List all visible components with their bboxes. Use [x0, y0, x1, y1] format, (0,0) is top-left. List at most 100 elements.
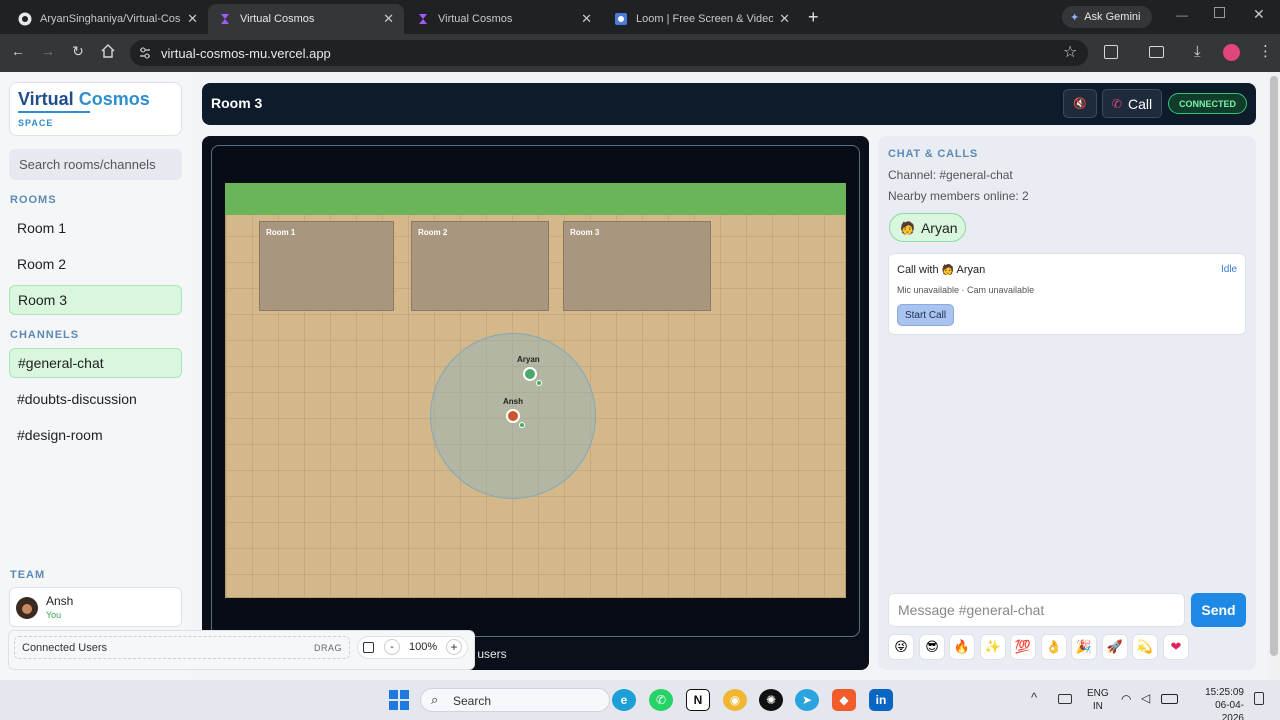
bookmark-star-icon[interactable]: ☆ — [1063, 42, 1077, 62]
connection-status-badge: CONNECTED — [1168, 93, 1247, 114]
url-text: virtual-cosmos-mu.vercel.app — [161, 46, 331, 61]
rooms-section-label: ROOMS — [10, 194, 57, 206]
emoji-button[interactable]: ✨ — [980, 634, 1006, 660]
search-rooms-input[interactable]: Search rooms/channels — [9, 149, 182, 180]
emoji-button[interactable]: 🔥 — [949, 634, 975, 660]
map-room-2[interactable]: Room 2 — [411, 221, 549, 311]
avatar — [16, 597, 38, 619]
nearby-members-line: Nearby members online: 2 — [888, 189, 1029, 203]
emoji-button[interactable]: 😜 — [888, 634, 914, 660]
call-prefix: Call with — [897, 264, 939, 276]
emoji-button[interactable]: 🚀 — [1102, 634, 1128, 660]
new-tab-button[interactable]: + — [808, 7, 819, 28]
github-icon — [18, 12, 32, 26]
back-icon[interactable]: ← — [9, 43, 27, 59]
team-member-tag: You — [46, 610, 62, 620]
edge-icon[interactable]: e — [612, 689, 636, 711]
brave-icon[interactable]: ◆ — [832, 689, 856, 711]
extensions-icon[interactable] — [1104, 45, 1118, 59]
close-tab-icon[interactable]: ✕ — [187, 11, 198, 27]
emoji-button[interactable]: 💫 — [1132, 634, 1158, 660]
input-language[interactable]: ENG IN — [1087, 687, 1109, 713]
sidebar-room-2[interactable]: Room 2 — [9, 249, 182, 279]
site-info-icon[interactable] — [138, 46, 152, 65]
forward-icon[interactable]: → — [39, 43, 57, 59]
call-target-name: Aryan — [956, 264, 986, 276]
team-member-name: Ansh — [46, 594, 74, 608]
gemini-icon: ✦ — [1070, 11, 1080, 24]
download-icon[interactable]: ⤓ — [1194, 43, 1201, 60]
device-status: Mic unavailable · Cam unavailable — [897, 285, 1035, 295]
close-tab-icon[interactable]: ✕ — [383, 11, 394, 27]
emoji-button[interactable]: 👌 — [1041, 634, 1067, 660]
tab-loom[interactable]: Loom | Free Screen & Video Re ✕ — [604, 4, 800, 34]
vercel-icon — [218, 12, 232, 26]
close-tab-icon[interactable]: ✕ — [779, 11, 790, 27]
clock[interactable]: 15:25:09 06-04-2026 — [1200, 686, 1244, 720]
telegram-icon[interactable]: ➤ — [795, 689, 819, 711]
call-button[interactable]: ✆ Call — [1102, 89, 1162, 118]
maximize-window-icon[interactable] — [1214, 7, 1225, 18]
linkedin-icon[interactable]: in — [869, 689, 893, 711]
phone-icon: ✆ — [1111, 96, 1122, 111]
member-chip-aryan[interactable]: 🧑 Aryan — [889, 213, 966, 242]
room-topbar — [202, 83, 1256, 125]
zoom-in-button[interactable]: + — [446, 639, 462, 655]
send-button[interactable]: Send — [1191, 593, 1246, 627]
emoji-button[interactable]: 💯 — [1010, 634, 1036, 660]
channel-design-room[interactable]: #design-room — [9, 420, 182, 450]
call-card-title: Call with 🧑 Aryan — [897, 264, 985, 276]
reload-icon[interactable]: ↻ — [69, 43, 87, 60]
team-member-card[interactable]: Ansh You — [9, 587, 182, 627]
map-grass-strip — [225, 183, 846, 215]
profile-avatar[interactable] — [1223, 44, 1240, 61]
map-room-3[interactable]: Room 3 — [563, 221, 711, 311]
close-tab-icon[interactable]: ✕ — [581, 11, 592, 27]
tab-github[interactable]: AryanSinghaniya/Virtual-Cosmo ✕ — [8, 4, 208, 34]
map-avatar-ansh[interactable] — [506, 409, 520, 423]
start-call-button[interactable]: Start Call — [897, 304, 954, 326]
close-window-icon[interactable]: ✕ — [1253, 6, 1265, 23]
channel-line: Channel: #general-chat — [888, 168, 1013, 182]
person-icon: 🧑 — [941, 265, 955, 276]
show-hidden-icons-icon[interactable]: ^ — [1031, 690, 1037, 705]
browser-menu-icon[interactable]: ⋮ — [1258, 42, 1273, 60]
tab-virtual-cosmos[interactable]: Virtual Cosmos ✕ — [406, 4, 602, 34]
message-input[interactable]: Message #general-chat — [888, 593, 1185, 627]
zoom-out-button[interactable]: - — [384, 639, 400, 655]
sidebar-room-1[interactable]: Room 1 — [9, 213, 182, 243]
map-room-1[interactable]: Room 1 — [259, 221, 394, 311]
home-icon[interactable] — [101, 44, 115, 63]
reading-mode-icon[interactable] — [1149, 46, 1164, 58]
keyboard-icon[interactable] — [1058, 694, 1072, 704]
chrome-icon[interactable]: ◉ — [723, 689, 747, 711]
channel-general-chat[interactable]: #general-chat — [9, 348, 182, 378]
wifi-icon[interactable]: ◠ — [1121, 692, 1131, 706]
map-avatar-aryan[interactable] — [523, 367, 537, 381]
volume-icon[interactable]: ◁ — [1141, 691, 1150, 705]
minimize-window-icon[interactable]: — — [1176, 8, 1188, 22]
battery-icon[interactable] — [1161, 694, 1178, 704]
notifications-icon[interactable] — [1254, 692, 1264, 705]
ask-gemini-button[interactable]: ✦ Ask Gemini — [1062, 6, 1152, 28]
users-count-text: r users — [470, 647, 507, 661]
taskbar-search[interactable]: ⌕ Search — [420, 688, 610, 712]
scrollbar-thumb[interactable] — [1270, 76, 1278, 656]
emoji-button[interactable]: ❤ — [1163, 634, 1189, 660]
chatgpt-icon[interactable]: ✺ — [759, 689, 783, 711]
emoji-button[interactable]: 😎 — [919, 634, 945, 660]
emoji-button[interactable]: 🎉 — [1071, 634, 1097, 660]
fit-view-icon[interactable] — [363, 642, 374, 653]
team-section-label: TEAM — [10, 569, 46, 581]
notion-icon[interactable]: N — [686, 689, 710, 711]
mute-speaker-icon[interactable]: 🔇 — [1063, 89, 1097, 118]
tab-title: Loom | Free Screen & Video Re — [636, 13, 774, 25]
windows-start-icon[interactable] — [389, 690, 409, 715]
brand-underline — [18, 111, 90, 113]
sidebar-room-3[interactable]: Room 3 — [9, 285, 182, 315]
channel-doubts-discussion[interactable]: #doubts-discussion — [9, 384, 182, 414]
tab-virtual-cosmos-active[interactable]: Virtual Cosmos ✕ — [208, 4, 404, 34]
tab-title: Virtual Cosmos — [240, 13, 315, 25]
connected-users-drag-handle[interactable]: Connected Users DRAG — [14, 636, 350, 659]
whatsapp-icon[interactable]: ✆ — [649, 689, 673, 711]
